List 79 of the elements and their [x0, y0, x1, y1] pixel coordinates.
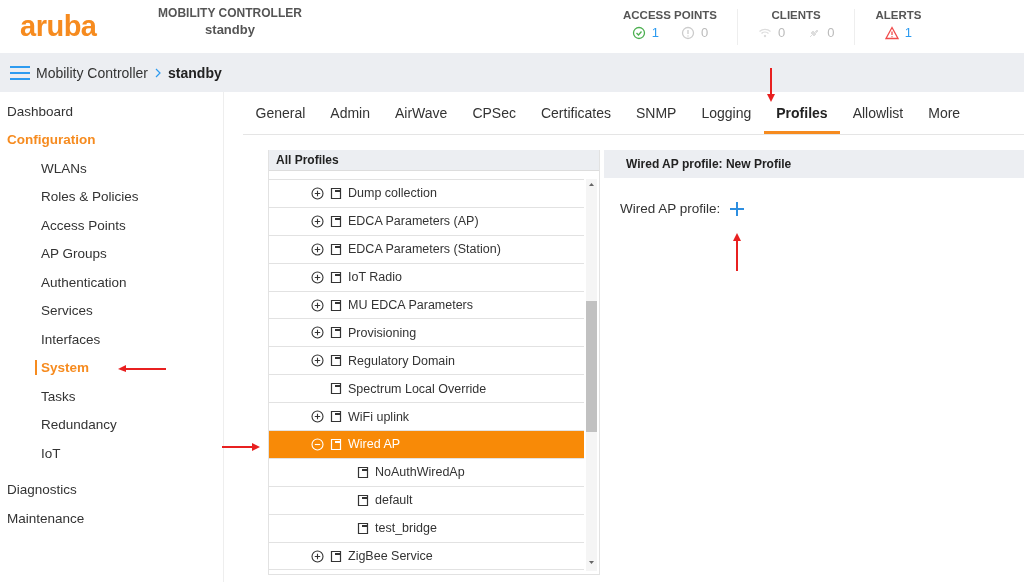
exclamation-circle-icon — [680, 25, 695, 40]
field-label: Wired AP profile: — [620, 201, 721, 216]
sidebar-subitem[interactable]: AP Groups — [41, 246, 107, 262]
sidebar-item[interactable]: Dashboard — [0, 98, 223, 127]
expand-icon[interactable] — [311, 549, 324, 563]
annotation-arrow — [766, 68, 776, 102]
sidebar-subitem[interactable]: IoT — [41, 445, 61, 461]
tree-item[interactable]: ZigBee Service — [269, 542, 584, 571]
document-icon — [330, 410, 342, 424]
document-icon — [330, 326, 342, 340]
document-icon — [330, 214, 342, 228]
controller-label: MOBILITY CONTROLLER — [158, 6, 302, 20]
expand-icon[interactable] — [311, 410, 324, 424]
tree-item[interactable]: Spectrum Local Override — [269, 375, 584, 404]
tree-item[interactable]: Regulatory Domain — [269, 347, 584, 376]
stat-title: ACCESS POINTS — [623, 9, 717, 21]
panel-title: Wired AP profile: New Profile — [604, 150, 1024, 178]
tree-item[interactable]: default — [269, 486, 584, 515]
sidebar-subitem[interactable]: Authentication — [41, 274, 127, 290]
tab[interactable]: Allowlist — [840, 92, 916, 134]
tab[interactable]: SNMP — [623, 92, 689, 134]
sidebar-subitem[interactable]: Interfaces — [41, 331, 101, 347]
document-icon — [330, 549, 342, 563]
menu-icon[interactable] — [10, 64, 30, 81]
document-icon — [330, 298, 342, 312]
document-icon — [330, 186, 342, 200]
expand-icon[interactable] — [311, 298, 324, 312]
expand-icon[interactable] — [311, 186, 324, 200]
document-icon — [330, 382, 342, 396]
tree-item[interactable]: EDCA Parameters (Station) — [269, 235, 584, 264]
document-icon — [357, 493, 369, 507]
expand-icon[interactable] — [311, 326, 324, 340]
document-icon — [357, 521, 369, 535]
sidebar-subitem[interactable]: Services — [41, 303, 93, 319]
tree-item[interactable]: NoAuthWiredAp — [269, 458, 584, 487]
breadcrumb-item[interactable]: Mobility Controller — [36, 64, 149, 81]
chevron-icon — [154, 66, 163, 79]
document-icon — [330, 354, 342, 368]
controller-name: standby — [205, 22, 255, 37]
document-icon — [330, 437, 342, 451]
tab[interactable]: Admin — [317, 92, 383, 134]
sidebar-subitem[interactable]: Tasks — [41, 388, 76, 404]
annotation-arrow — [222, 443, 260, 452]
sidebar-subitem[interactable]: WLANs — [41, 160, 87, 176]
document-icon — [330, 242, 342, 256]
annotation-arrow — [732, 233, 742, 271]
sidebar-subitem[interactable]: Access Points — [41, 217, 126, 233]
document-icon — [357, 465, 369, 479]
aruba-logo: aruba — [19, 9, 98, 44]
tree-item[interactable]: MU EDCA Parameters — [269, 291, 584, 320]
document-icon — [330, 270, 342, 284]
expand-icon[interactable] — [311, 214, 324, 228]
breadcrumb-item: standby — [168, 64, 222, 81]
tab[interactable]: More — [915, 92, 973, 134]
tab[interactable]: General — [243, 92, 318, 134]
tree-item[interactable]: test_bridge — [269, 514, 584, 543]
scrollbar[interactable] — [584, 179, 599, 571]
tab[interactable]: CPSec — [459, 92, 529, 134]
sidebar-subitem[interactable]: Redundancy — [41, 417, 117, 433]
tree-item[interactable]: EDCA Parameters (AP) — [269, 207, 584, 236]
tab[interactable]: Logging — [688, 92, 764, 134]
tree-item[interactable]: IoT Radio — [269, 263, 584, 292]
tree-item[interactable]: Dump collection — [269, 180, 584, 208]
warning-triangle-icon — [884, 25, 899, 40]
expand-icon[interactable] — [311, 270, 324, 284]
annotation-arrow — [118, 364, 166, 373]
stat-title: ALERTS — [875, 9, 922, 21]
sidebar-item[interactable]: Diagnostics — [0, 476, 223, 505]
stat-title: CLIENTS — [771, 9, 821, 21]
sidebar-subitem[interactable]: Roles & Policies — [41, 189, 139, 205]
add-icon[interactable] — [730, 201, 745, 216]
expand-icon[interactable] — [311, 242, 324, 256]
expand-icon[interactable] — [311, 354, 324, 368]
sidebar-item[interactable]: Maintenance — [0, 504, 223, 534]
tab[interactable]: Certificates — [528, 92, 624, 134]
tab[interactable]: AirWave — [382, 92, 460, 134]
check-circle-icon — [631, 25, 646, 40]
tree-item[interactable]: Provisioning — [269, 319, 584, 348]
panel-title: All Profiles — [269, 150, 599, 170]
